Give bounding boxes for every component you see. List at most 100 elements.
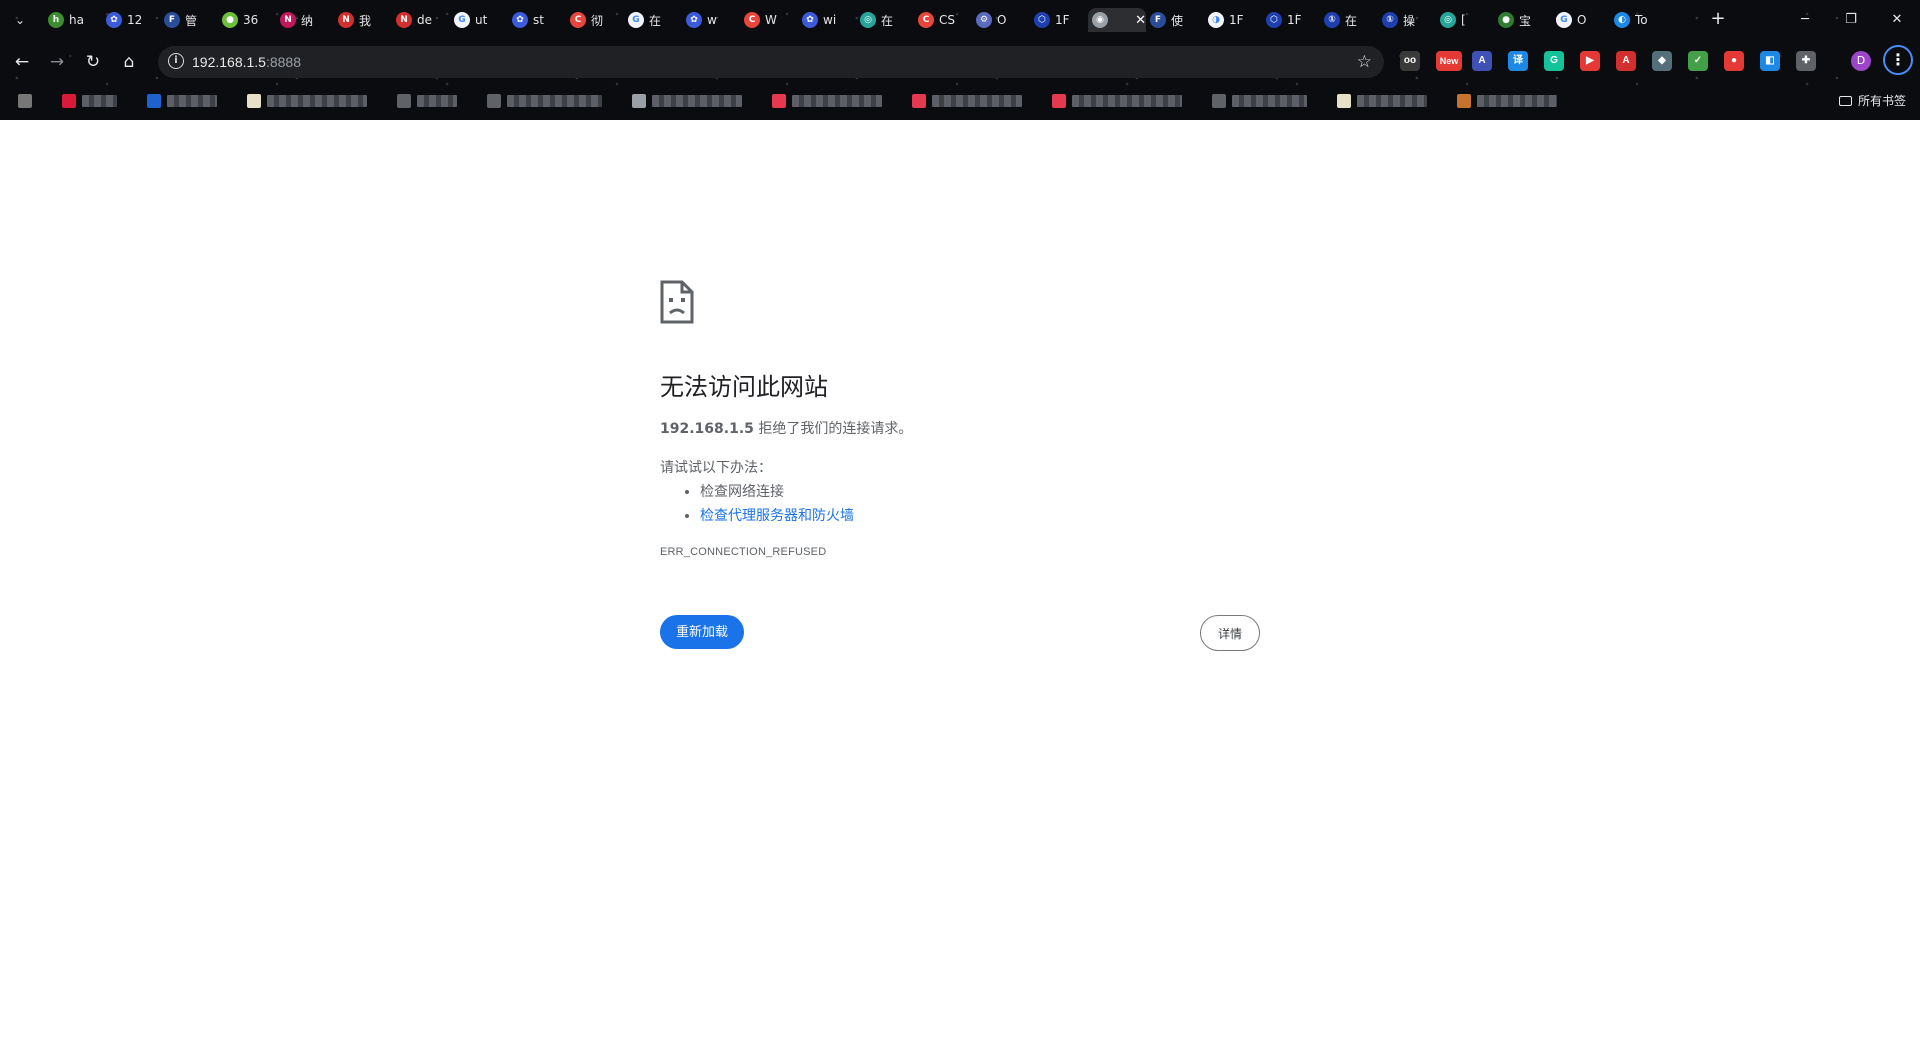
tab[interactable]: ● 宝	[1494, 8, 1552, 32]
address-bar[interactable]: i 192.168.1.5:8888 ☆	[158, 46, 1384, 78]
bookmark-favicon-icon	[1212, 94, 1226, 108]
bookmark-item[interactable]	[62, 93, 117, 109]
forward-icon[interactable]: →	[45, 50, 69, 74]
extension-icon[interactable]: ◆	[1652, 51, 1672, 71]
restore-icon[interactable]: ❐	[1836, 8, 1866, 32]
error-title: 无法访问此网站	[660, 373, 828, 401]
extension-icon[interactable]: ✚	[1796, 51, 1816, 71]
bookmark-item[interactable]	[247, 93, 367, 109]
url-text[interactable]: 192.168.1.5:8888	[192, 52, 301, 72]
bookmark-item[interactable]	[1212, 93, 1307, 109]
extension-icon[interactable]: ●	[1724, 51, 1744, 71]
tab-title: wi	[823, 13, 837, 27]
extension-icon[interactable]: 译	[1508, 51, 1528, 71]
tab[interactable]: ◐ To	[1610, 8, 1668, 32]
minimize-icon[interactable]: ─	[1790, 8, 1820, 32]
details-button[interactable]: 详情	[1200, 615, 1260, 651]
tab-close-icon[interactable]: ✕	[1135, 13, 1146, 28]
tab-favicon-icon: ◎	[1440, 12, 1456, 28]
bookmark-favicon-icon	[18, 94, 32, 108]
new-tab-button[interactable]: +	[1706, 8, 1730, 32]
bookmark-item[interactable]	[18, 93, 32, 109]
error-description-text: 拒绝了我们的连接请求。	[753, 421, 913, 437]
all-bookmarks-label: 所有书签	[1857, 94, 1906, 108]
tab[interactable]: G在	[624, 8, 682, 32]
bookmark-label-blurred	[267, 95, 367, 107]
tab[interactable]: ✿ 12	[102, 8, 160, 32]
tab-title: 我	[359, 13, 372, 28]
tab[interactable]: ◉ ✕	[1088, 8, 1146, 32]
tab-favicon-icon: ●	[222, 12, 238, 28]
back-icon[interactable]: ←	[10, 50, 34, 74]
extension-icon[interactable]: G	[1544, 51, 1564, 71]
tab[interactable]: Gut	[450, 8, 508, 32]
bookmark-item[interactable]	[912, 93, 1022, 109]
extension-icon[interactable]: ◧	[1760, 51, 1780, 71]
tab[interactable]: N纳	[276, 8, 334, 32]
bookmark-item[interactable]	[632, 93, 742, 109]
bookmark-item[interactable]	[1337, 93, 1427, 109]
tab[interactable]: ✿ st	[508, 8, 566, 32]
bookmark-item[interactable]	[772, 93, 882, 109]
close-window-icon[interactable]: ✕	[1882, 8, 1912, 32]
tab[interactable]: ⚙ O	[972, 8, 1030, 32]
reload-button[interactable]: 重新加载	[660, 615, 744, 649]
tab[interactable]: C CS	[914, 8, 972, 32]
tab-title: 1F	[1229, 13, 1244, 27]
bookmark-favicon-icon	[1052, 94, 1066, 108]
tab-search-icon[interactable]: ⌄	[10, 10, 30, 30]
error-code: ERR_CONNECTION_REFUSED	[660, 546, 827, 558]
tab[interactable]: ◎ 在	[856, 8, 914, 32]
tab[interactable]: Nde	[392, 8, 450, 32]
tab[interactable]: N我	[334, 8, 392, 32]
tab[interactable]: ● 36	[218, 8, 276, 32]
tab[interactable]: ✿ w	[682, 8, 740, 32]
bookmark-label-blurred	[417, 95, 457, 107]
bookmark-item[interactable]	[1457, 93, 1557, 109]
tab-favicon-icon: C	[918, 12, 934, 28]
bookmark-label-blurred	[792, 95, 882, 107]
tab[interactable]: ◑ 1F	[1204, 8, 1262, 32]
tab-title: 在	[649, 13, 662, 28]
extension-icon[interactable]: A	[1472, 51, 1492, 71]
tab-favicon-icon: N	[396, 12, 412, 28]
proxy-firewall-link[interactable]: 检查代理服务器和防火墙	[700, 508, 854, 524]
extension-icon[interactable]: New	[1436, 51, 1462, 71]
extension-icon[interactable]: A	[1616, 51, 1636, 71]
bookmark-favicon-icon	[487, 94, 501, 108]
tab-favicon-icon: F	[164, 12, 180, 28]
bookmark-item[interactable]	[487, 93, 602, 109]
tab[interactable]: ①操	[1378, 8, 1436, 32]
extension-icon[interactable]: oo	[1400, 51, 1420, 71]
more-menu-icon[interactable]: ⋮	[1883, 45, 1913, 75]
tab-title: 36	[243, 13, 259, 27]
home-icon[interactable]: ⌂	[117, 50, 141, 74]
all-bookmarks-button[interactable]: 所有书签	[1838, 92, 1906, 109]
bookmark-item[interactable]	[1052, 93, 1182, 109]
tab[interactable]: GO	[1552, 8, 1610, 32]
bookmark-favicon-icon	[1457, 94, 1471, 108]
tab[interactable]: ⬡ 1F	[1262, 8, 1320, 32]
bookmark-star-icon[interactable]: ☆	[1357, 50, 1372, 74]
tab[interactable]: C彻	[566, 8, 624, 32]
tab[interactable]: F管	[160, 8, 218, 32]
tab[interactable]: ✿ wi	[798, 8, 856, 32]
tab-favicon-icon: N	[338, 12, 354, 28]
tab[interactable]: ①在	[1320, 8, 1378, 32]
reload-icon[interactable]: ↻	[81, 50, 105, 74]
tab-title: [	[1461, 13, 1466, 27]
tab[interactable]: h ha	[44, 8, 102, 32]
bookmark-item[interactable]	[147, 93, 217, 109]
tab[interactable]: ◎[	[1436, 8, 1494, 32]
tab[interactable]: ⬡ 1F	[1030, 8, 1088, 32]
profile-avatar[interactable]: D	[1851, 51, 1871, 71]
site-info-icon[interactable]: i	[168, 53, 184, 69]
bookmark-item[interactable]	[397, 93, 457, 109]
extension-icon[interactable]: ▶	[1580, 51, 1600, 71]
tab[interactable]: F使	[1146, 8, 1204, 32]
bookmark-favicon-icon	[1337, 94, 1351, 108]
extension-icon[interactable]: ✓	[1688, 51, 1708, 71]
bookmark-label-blurred	[1477, 95, 1557, 107]
tab[interactable]: CW	[740, 8, 798, 32]
tab-title: CS	[939, 13, 955, 27]
